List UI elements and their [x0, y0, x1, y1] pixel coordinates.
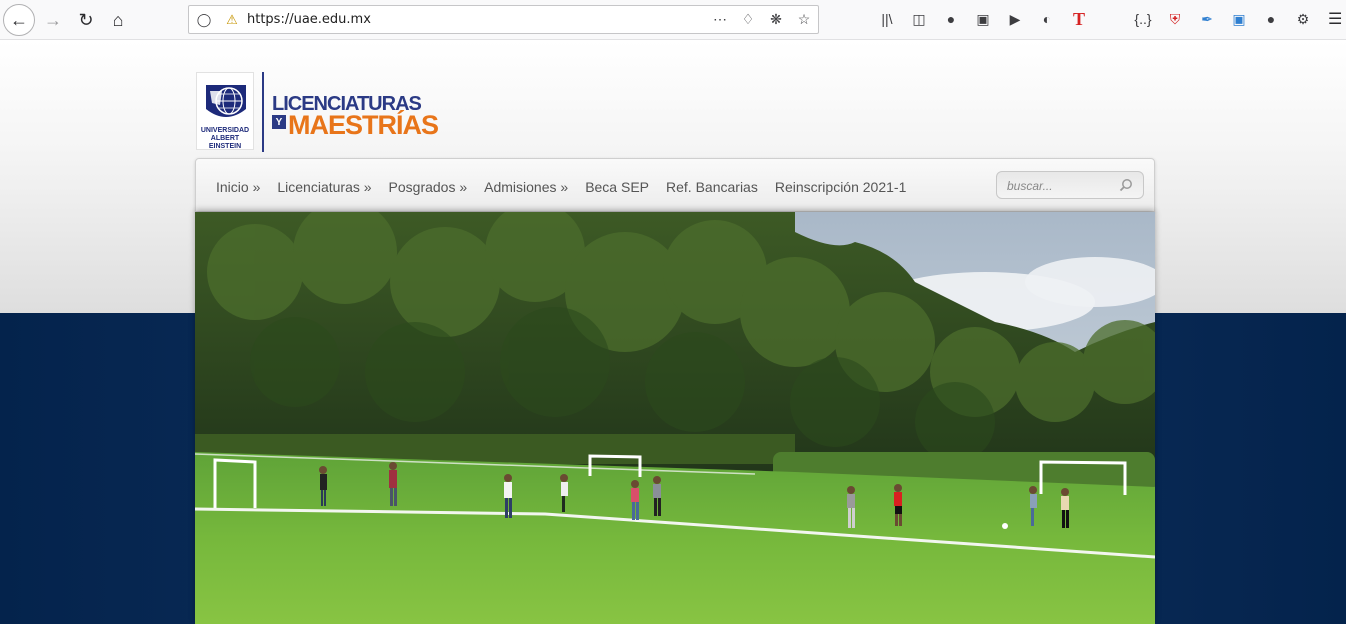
- insecure-lock-icon[interactable]: ⚠: [223, 11, 241, 29]
- eyedropper-icon[interactable]: ✒: [1196, 8, 1218, 30]
- brand-y: Y: [272, 115, 286, 129]
- nav-ref-bancarias[interactable]: Ref. Bancarias: [666, 179, 758, 195]
- url-text[interactable]: https://uae.edu.mx: [247, 12, 371, 27]
- color-grid-icon[interactable]: [1100, 8, 1122, 30]
- university-logo[interactable]: UNIVERSIDAD ALBERT EINSTEIN: [196, 72, 254, 150]
- soccer-field-photo: [195, 212, 1155, 624]
- search-box: [996, 171, 1144, 199]
- json-icon[interactable]: {..}: [1132, 8, 1154, 30]
- home-icon[interactable]: ⌂: [102, 4, 134, 36]
- extensions-bar: ||\ ◫ ● ▣ ▶ ◐ T {..} ⛨ ✒ ▣ ● ⚙: [876, 8, 1314, 30]
- nav-beca-sep[interactable]: Beca SEP: [585, 179, 649, 195]
- hamburger-menu-icon[interactable]: ☰: [1328, 9, 1342, 29]
- reload-icon[interactable]: ↻: [70, 4, 102, 36]
- more-dots-icon[interactable]: ⋯: [710, 9, 730, 29]
- account-icon[interactable]: ●: [940, 8, 962, 30]
- ublock-icon[interactable]: ⛨: [1164, 8, 1186, 30]
- dark-mode-icon[interactable]: ◐: [1036, 8, 1058, 30]
- hero-image: [195, 212, 1155, 624]
- nav-licenciaturas[interactable]: Licenciaturas »: [277, 179, 371, 195]
- main-navigation: Inicio » Licenciaturas » Posgrados » Adm…: [195, 158, 1155, 212]
- browser-toolbar: ← → ↻ ⌂ ◯ ⚠ https://uae.edu.mx ⋯ ♢ ❋ ☆ |…: [0, 0, 1346, 40]
- nav-admisiones[interactable]: Admisiones »: [484, 179, 568, 195]
- logo-divider: [262, 72, 264, 152]
- video-icon[interactable]: ▶: [1004, 8, 1026, 30]
- back-arrow-icon[interactable]: ←: [3, 4, 35, 36]
- globe-logo-icon: [202, 79, 250, 125]
- pocket-icon[interactable]: ♢: [738, 9, 758, 29]
- library-icon[interactable]: ||\: [876, 8, 898, 30]
- nav-posgrados[interactable]: Posgrados »: [389, 179, 468, 195]
- camera-icon[interactable]: ▣: [1228, 8, 1250, 30]
- screenshot-icon[interactable]: ▣: [972, 8, 994, 30]
- sidebar-icon[interactable]: ◫: [908, 8, 930, 30]
- logo-university-line1: UNIVERSIDAD: [200, 127, 250, 134]
- bookmark-star-icon[interactable]: ☆: [794, 9, 814, 29]
- settings-gear-icon[interactable]: ⚙: [1292, 8, 1314, 30]
- nav-inicio[interactable]: Inicio »: [216, 179, 260, 195]
- forward-arrow-icon[interactable]: →: [37, 4, 69, 36]
- extension-icon[interactable]: ❋: [766, 9, 786, 29]
- balls-icon[interactable]: ●: [1260, 8, 1282, 30]
- brand-maestrias[interactable]: MAESTRÍAS: [288, 110, 439, 141]
- logo-university-line2: ALBERT EINSTEIN: [208, 135, 242, 150]
- tracking-shield-icon[interactable]: ◯: [195, 11, 213, 29]
- search-icon[interactable]: [1119, 178, 1133, 192]
- url-bar[interactable]: ◯ ⚠ https://uae.edu.mx ⋯ ♢ ❋ ☆: [188, 5, 819, 34]
- nav-reinscripcion[interactable]: Reinscripción 2021-1: [775, 179, 907, 195]
- text-extension-icon[interactable]: T: [1068, 8, 1090, 30]
- search-input[interactable]: [1007, 176, 1117, 196]
